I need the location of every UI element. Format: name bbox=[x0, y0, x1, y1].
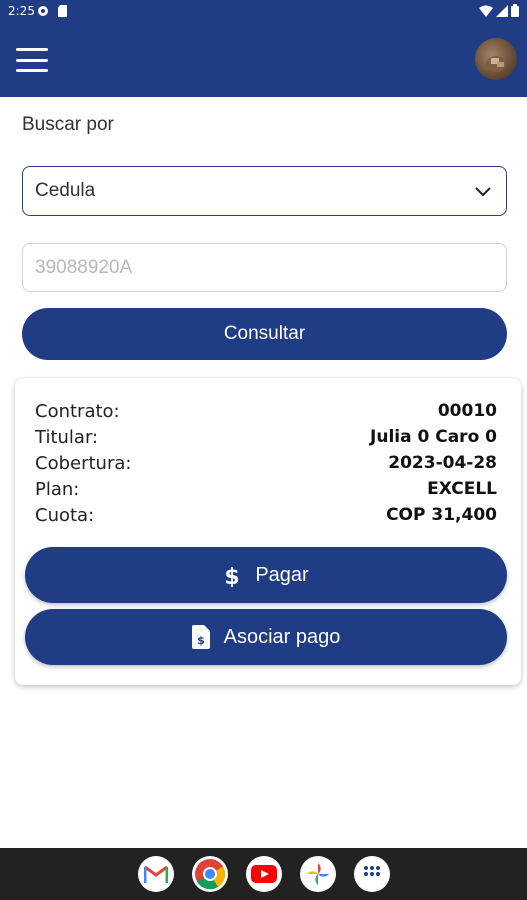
contract-result-card: Contrato: 00010 Titular: Julia 0 Caro 0 … bbox=[15, 378, 521, 685]
signal-icon bbox=[496, 4, 508, 17]
pay-button[interactable]: $ Pagar bbox=[25, 547, 507, 603]
holder-value: Julia 0 Caro 0 bbox=[370, 427, 497, 447]
coverage-label: Cobertura: bbox=[35, 452, 132, 474]
sd-card-icon bbox=[58, 5, 67, 17]
document-number-input[interactable] bbox=[22, 243, 507, 292]
app-drawer-icon[interactable] bbox=[353, 856, 390, 892]
wifi-icon bbox=[479, 5, 493, 17]
coverage-row: Cobertura: 2023-04-28 bbox=[35, 450, 497, 476]
consult-button[interactable]: Consultar bbox=[22, 308, 507, 360]
hamburger-menu-icon[interactable] bbox=[14, 45, 50, 75]
svg-text:$: $ bbox=[197, 634, 205, 647]
plan-row: Plan: EXCELL bbox=[35, 476, 497, 502]
holder-label: Titular: bbox=[35, 426, 99, 448]
plan-label: Plan: bbox=[35, 478, 80, 500]
associate-payment-button[interactable]: $ Asociar pago bbox=[25, 609, 507, 665]
coverage-value: 2023-04-28 bbox=[388, 453, 497, 473]
pay-label: Pagar bbox=[255, 563, 309, 586]
chevron-down-icon bbox=[475, 187, 491, 197]
contract-row: Contrato: 00010 bbox=[35, 398, 497, 424]
search-by-label: Buscar por bbox=[22, 114, 114, 135]
contract-label: Contrato: bbox=[35, 400, 120, 422]
dollar-icon: $ bbox=[225, 565, 240, 587]
holder-row: Titular: Julia 0 Caro 0 bbox=[35, 424, 497, 450]
invoice-icon: $ bbox=[191, 625, 210, 649]
plan-value: EXCELL bbox=[427, 479, 497, 499]
chrome-icon[interactable] bbox=[191, 856, 228, 892]
user-avatar[interactable] bbox=[475, 38, 517, 80]
app-bar bbox=[0, 24, 527, 97]
status-bar: 2:25 bbox=[0, 0, 527, 24]
notification-icon bbox=[38, 6, 48, 16]
fee-value: COP 31,400 bbox=[386, 505, 497, 525]
battery-icon bbox=[511, 4, 519, 17]
search-type-value: Cedula bbox=[35, 180, 96, 201]
youtube-icon[interactable] bbox=[245, 856, 282, 892]
fee-row: Cuota: COP 31,400 bbox=[35, 502, 497, 528]
search-type-select[interactable]: Cedula bbox=[22, 166, 507, 216]
photos-icon[interactable] bbox=[299, 856, 336, 892]
app-dock bbox=[0, 848, 527, 900]
gmail-icon[interactable] bbox=[137, 856, 174, 892]
svg-text:$: $ bbox=[225, 565, 240, 587]
contract-value: 00010 bbox=[437, 401, 497, 421]
associate-payment-label: Asociar pago bbox=[223, 625, 341, 648]
status-time: 2:25 bbox=[8, 4, 35, 18]
fee-label: Cuota: bbox=[35, 504, 95, 526]
